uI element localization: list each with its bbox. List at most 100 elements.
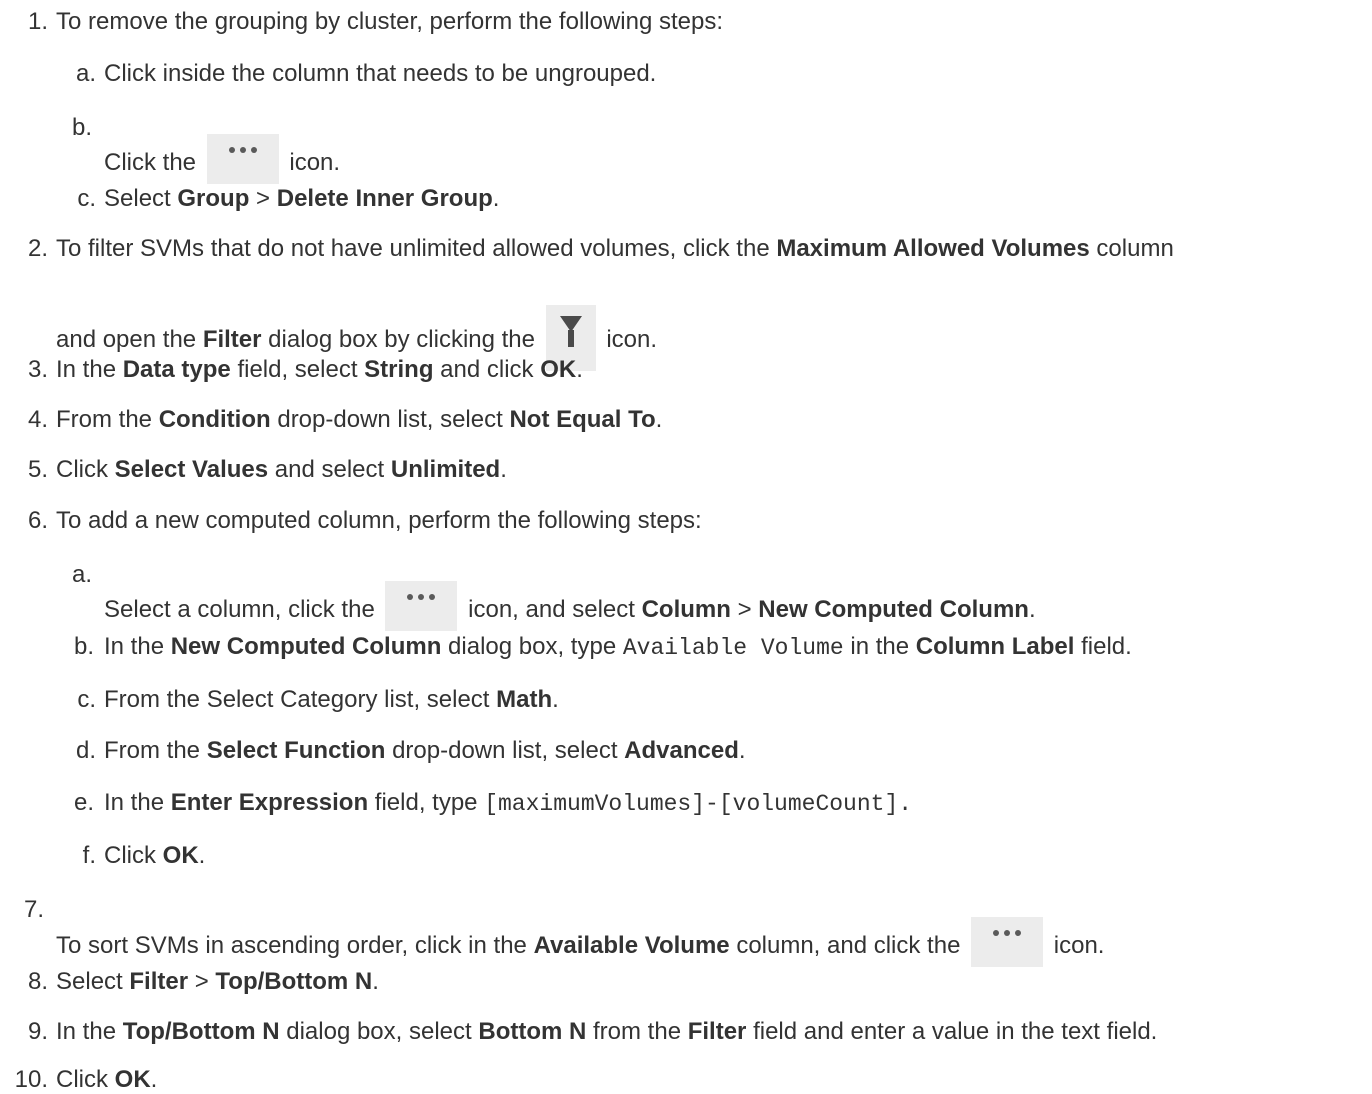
select-values-label: Select Values	[114, 456, 269, 483]
substep-letter: f.	[82, 842, 96, 869]
field-column-label: Column Label	[915, 633, 1075, 660]
menu-new-computed-column: New Computed Column	[758, 596, 1029, 623]
step-text: column	[1096, 235, 1174, 262]
value-string: String	[364, 356, 434, 383]
punct: .	[150, 1066, 158, 1093]
menu-top-bottom-n: Top/Bottom N	[215, 968, 373, 995]
code-available-volume: Available Volume	[622, 635, 844, 661]
step-content: Click Select Values and select Unlimited…	[56, 456, 507, 484]
dialog-new-computed-column: New Computed Column	[170, 633, 442, 660]
substep-letter: b.	[71, 114, 92, 141]
punct: .	[655, 406, 663, 433]
step-text: field and enter a value in the text fiel…	[753, 1018, 1158, 1045]
punct: .	[500, 456, 507, 483]
substep-text: in the	[850, 633, 910, 660]
step-text: In the	[56, 1018, 117, 1045]
substep-letter: d.	[75, 737, 96, 764]
value-math: Math	[496, 686, 553, 713]
field-enter-expression: Enter Expression	[170, 789, 369, 816]
substep-text: In the	[104, 789, 165, 816]
substep-text: drop-down list, select	[392, 737, 618, 764]
punct: .	[576, 356, 583, 383]
step-text: dialog box by clicking the	[268, 326, 535, 353]
step-text: from the	[593, 1018, 682, 1045]
punct: .	[372, 968, 379, 995]
step-text: dialog box, select	[286, 1018, 472, 1045]
step-number: 3.	[27, 356, 48, 383]
step-text: column, and click the	[736, 932, 961, 959]
step-number: 5.	[27, 456, 48, 483]
substep-text: In the	[104, 633, 165, 660]
substep-letter: a.	[71, 561, 92, 588]
punct: .	[1028, 596, 1036, 623]
substep-text: field, type	[374, 789, 478, 816]
more-options-icon	[206, 134, 279, 184]
menu-separator: >	[194, 968, 209, 995]
substep-text: icon.	[289, 149, 341, 176]
code-expression: [maximumVolumes]-[volumeCount].	[484, 791, 913, 817]
substep-text: From the	[104, 737, 201, 764]
step-text: Select	[56, 968, 123, 995]
menu-column: Column	[641, 596, 731, 623]
step-number: 2.	[27, 235, 48, 262]
substep-text: Select a column, click the	[104, 596, 375, 623]
condition-label: Condition	[158, 406, 271, 433]
more-options-icon	[385, 581, 458, 631]
substep-content: Select Group > Delete Inner Group.	[104, 185, 499, 213]
dialog-top-bottom-n: Top/Bottom N	[122, 1018, 280, 1045]
step-number: 6.	[27, 507, 48, 534]
step-content: Select Filter > Top/Bottom N.	[56, 968, 379, 996]
punct: .	[198, 842, 206, 869]
ok-label: OK	[162, 842, 199, 869]
substep-content: From the Select Category list, select Ma…	[104, 686, 559, 714]
step-content: Click OK.	[56, 1066, 157, 1094]
menu-group: Group	[177, 185, 250, 212]
value-not-equal-to: Not Equal To	[509, 406, 656, 433]
more-options-icon	[971, 917, 1044, 967]
substep-text: Click the	[104, 149, 197, 176]
column-available-volume: Available Volume	[533, 932, 730, 959]
step-text: icon.	[1053, 932, 1105, 959]
step-number: 4.	[27, 406, 48, 433]
step-content: To filter SVMs that do not have unlimite…	[56, 235, 1174, 263]
substep-text: Select	[104, 185, 171, 212]
step-number: 1.	[27, 8, 48, 35]
step-number: 7.	[23, 896, 44, 923]
step-text: and open the	[56, 326, 197, 353]
step-text: and click	[440, 356, 534, 383]
substep-letter: a.	[75, 60, 96, 87]
substep-text: From the Select Category list, select	[104, 686, 490, 713]
step-text: Click	[56, 1066, 108, 1093]
substep-6a: Select a column, click the icon, and sel…	[104, 581, 1036, 631]
step-text: In the	[56, 356, 117, 383]
step-text: drop-down list, select	[277, 406, 503, 433]
substep-letter: c.	[77, 185, 96, 212]
substep-letter: e.	[73, 789, 94, 816]
menu-filter: Filter	[129, 968, 189, 995]
step-number: 9.	[27, 1018, 48, 1045]
column-maximum-allowed-volumes: Maximum Allowed Volumes	[776, 235, 1090, 262]
step-content: In the Top/Bottom N dialog box, select B…	[56, 1018, 1157, 1046]
value-unlimited: Unlimited	[390, 456, 501, 483]
step-7: To sort SVMs in ascending order, click i…	[56, 917, 1104, 967]
substep-content: Click OK.	[104, 842, 205, 870]
step-text: From the	[56, 406, 153, 433]
step-content: From the Condition drop-down list, selec…	[56, 406, 662, 434]
substep-text: icon, and select	[468, 596, 635, 623]
step-text: and select	[274, 456, 385, 483]
punct: .	[492, 185, 500, 212]
substep-content: From the Select Function drop-down list,…	[104, 737, 746, 765]
substep-1b: Click the icon.	[104, 134, 340, 184]
step-text: To remove the grouping by cluster, perfo…	[56, 8, 724, 35]
field-filter: Filter	[687, 1018, 747, 1045]
step-text: To sort SVMs in ascending order, click i…	[56, 932, 527, 959]
step-text: To add a new computed column, perform th…	[56, 507, 702, 534]
step-text: Click	[56, 456, 108, 483]
ok-label: OK	[540, 356, 577, 383]
substep-letter: b.	[73, 633, 94, 660]
substep-text: field.	[1081, 633, 1132, 660]
punct: .	[738, 737, 746, 764]
value-bottom-n: Bottom N	[478, 1018, 587, 1045]
filter-label: Filter	[202, 326, 262, 353]
step-content: In the Data type field, select String an…	[56, 356, 583, 384]
